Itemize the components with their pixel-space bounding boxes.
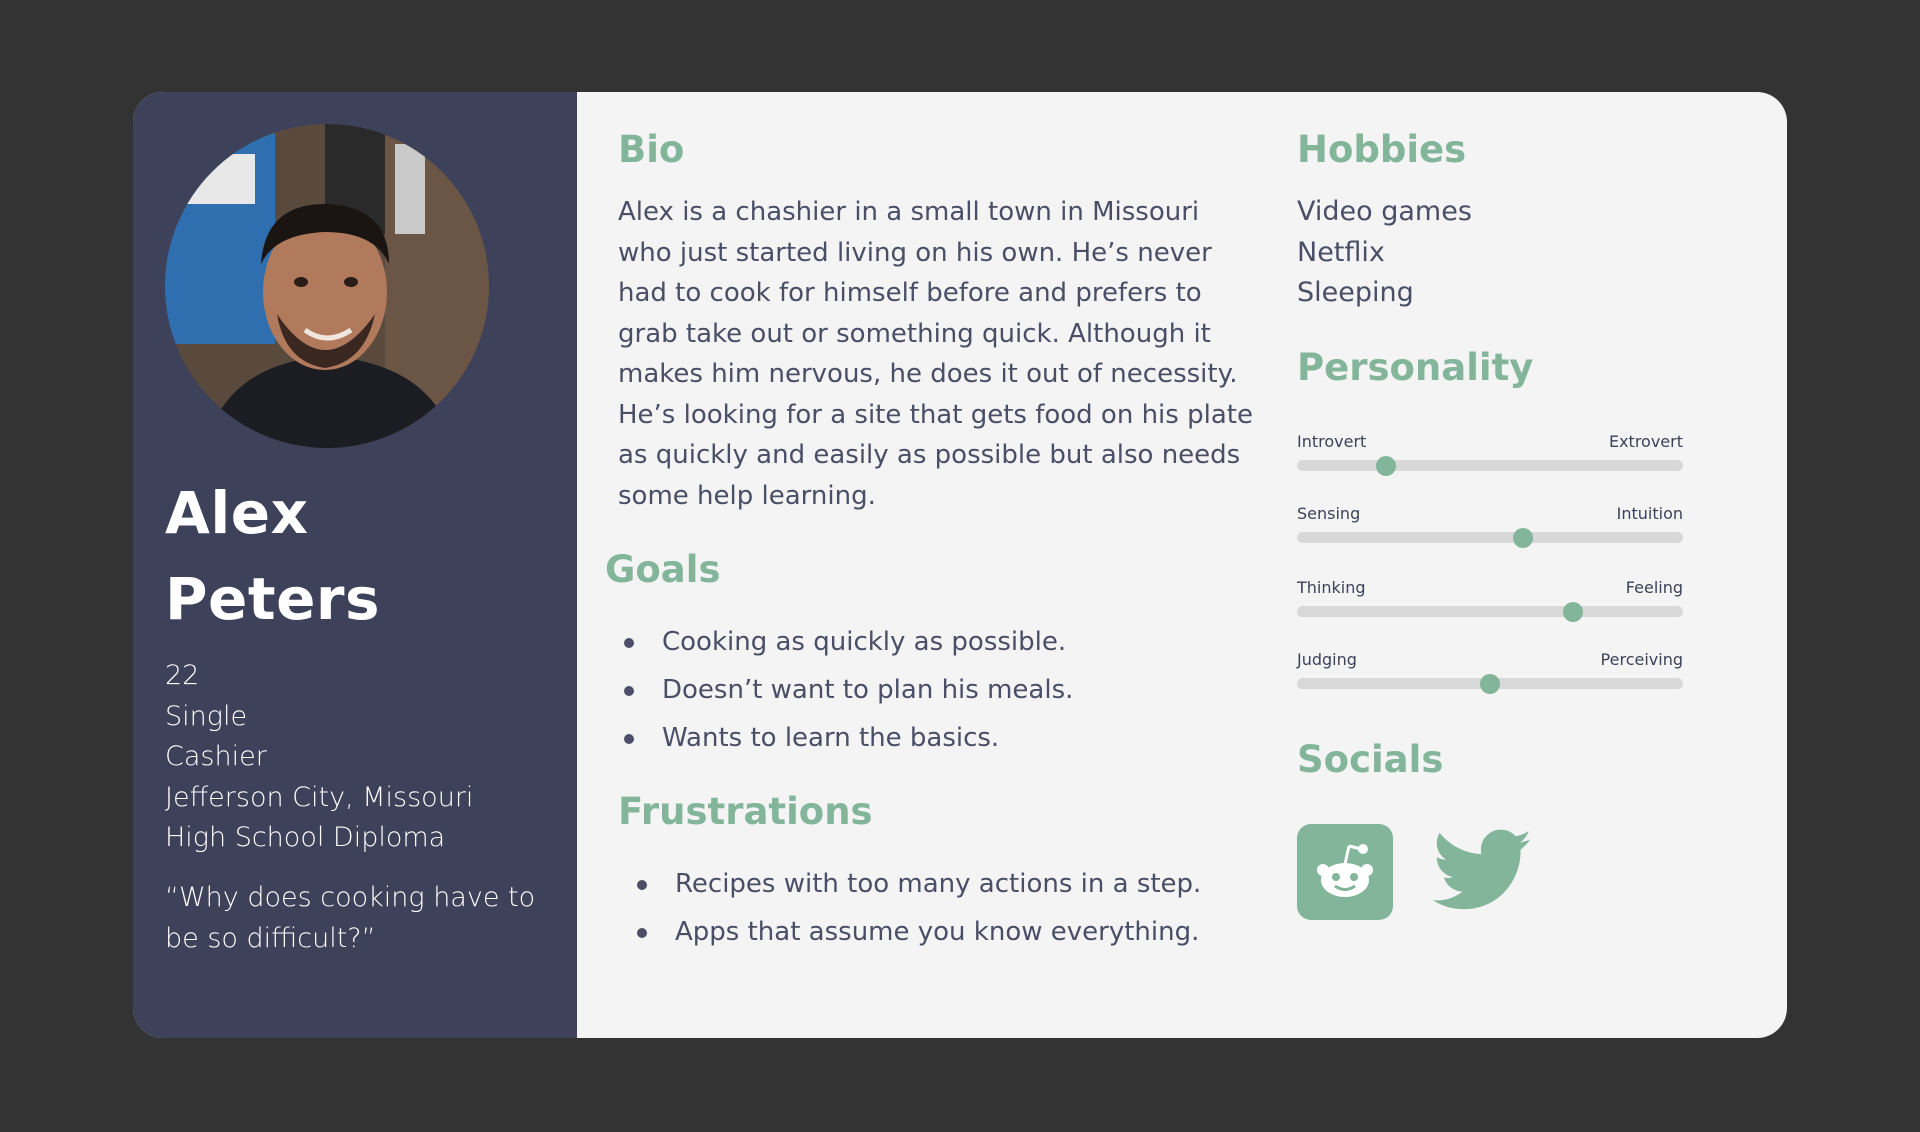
main-column: Bio Alex is a chashier in a small town i… [577, 92, 1257, 1038]
slider-track [1297, 532, 1683, 543]
bio-text: Alex is a chashier in a small town in Mi… [618, 197, 1253, 511]
trait-left-label: Thinking [1297, 578, 1366, 597]
side-column: Hobbies Video games Netflix Sleeping Per… [1297, 92, 1757, 1038]
last-name: Peters [165, 565, 381, 633]
location: Jefferson City, Missouri [165, 781, 474, 813]
persona-card: Alex Peters 22 Single Cashier Jefferson … [133, 92, 1787, 1038]
twitter-icon[interactable] [1432, 820, 1533, 920]
personality-heading: Personality [1297, 346, 1534, 389]
trait-right-label: Intuition [1616, 504, 1683, 523]
trait-slider: Thinking Feeling [1297, 578, 1683, 622]
hobbies-list: Video games Netflix Sleeping [1297, 192, 1472, 314]
trait-left-label: Sensing [1297, 504, 1361, 523]
occupation: Cashier [165, 741, 267, 772]
frustrations-list: Recipes with too many actions in a step.… [631, 860, 1201, 956]
quote: “Why does cooking have to be so difficul… [165, 882, 536, 954]
frustrations-heading: Frustrations [618, 790, 873, 833]
slider-knob[interactable] [1375, 456, 1396, 476]
list-item: Cooking as quickly as possible. [618, 618, 1073, 666]
list-item: Doesn’t want to plan his meals. [618, 666, 1073, 714]
trait-slider: Introvert Extrovert [1297, 432, 1683, 476]
trait-slider: Sensing Intuition [1297, 504, 1683, 548]
list-item: Sleeping [1297, 277, 1414, 308]
slider-track [1297, 460, 1683, 471]
socials-heading: Socials [1297, 738, 1444, 781]
age: 22 [165, 660, 200, 691]
list-item: Wants to learn the basics. [618, 714, 1073, 762]
avatar [165, 124, 489, 448]
hobbies-heading: Hobbies [1297, 128, 1467, 171]
person-name: Alex Peters [165, 470, 380, 642]
reddit-icon[interactable] [1297, 824, 1393, 920]
list-item: Recipes with too many actions in a step. [631, 860, 1201, 908]
profile-sidebar: Alex Peters 22 Single Cashier Jefferson … [133, 92, 577, 1038]
trait-right-label: Feeling [1625, 578, 1683, 597]
list-item: Video games [1297, 196, 1472, 227]
relationship-status: Single [165, 700, 248, 732]
slider-knob[interactable] [1562, 602, 1583, 622]
first-name: Alex [165, 479, 309, 547]
demographics: 22 Single Cashier Jefferson City, Missou… [165, 656, 473, 859]
trait-slider: Judging Perceiving [1297, 650, 1683, 694]
bio-heading: Bio [618, 128, 685, 171]
goals-list: Cooking as quickly as possible. Doesn’t … [618, 618, 1073, 762]
goals-heading: Goals [605, 548, 721, 591]
list-item: Apps that assume you know everything. [631, 908, 1201, 956]
slider-track [1297, 606, 1683, 617]
slider-knob[interactable] [1512, 528, 1533, 548]
list-item: Netflix [1297, 236, 1385, 268]
trait-left-label: Introvert [1297, 432, 1367, 451]
trait-right-label: Perceiving [1600, 650, 1683, 669]
trait-right-label: Extrovert [1608, 432, 1683, 451]
trait-left-label: Judging [1297, 650, 1357, 669]
education: High School Diploma [165, 822, 446, 853]
slider-knob[interactable] [1480, 674, 1500, 694]
